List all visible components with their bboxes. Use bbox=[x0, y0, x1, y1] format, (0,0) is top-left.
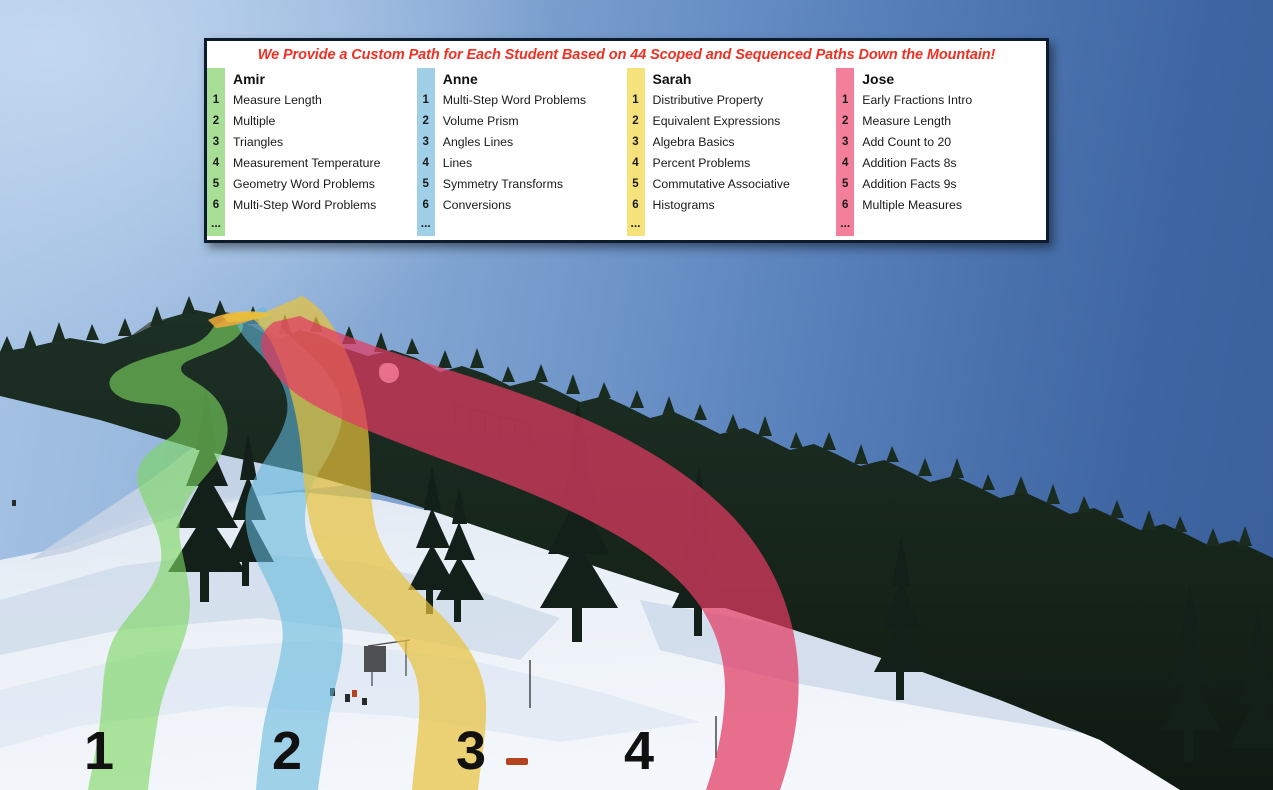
item-number: 1 bbox=[422, 94, 429, 106]
column-body: Amir Measure Length Multiple Triangles M… bbox=[225, 68, 417, 236]
panel-title: We Provide a Custom Path for Each Studen… bbox=[257, 47, 996, 63]
topic-item: Angles Lines bbox=[442, 135, 514, 149]
topic-item: Symmetry Transforms bbox=[442, 177, 563, 191]
run-number-3: 3 bbox=[456, 721, 486, 781]
student-name: Sarah bbox=[652, 71, 692, 87]
more-items-ellipsis: ... bbox=[630, 216, 641, 230]
item-number: 5 bbox=[842, 178, 849, 190]
topic-item: Early Fractions Intro bbox=[862, 93, 973, 107]
topic-item: Addition Facts 8s bbox=[862, 156, 957, 170]
column-body: Anne Multi-Step Word Problems Volume Pri… bbox=[435, 68, 627, 236]
column-body: Jose Early Fractions Intro Measure Lengt… bbox=[854, 68, 1046, 236]
run-number-2: 2 bbox=[272, 721, 302, 781]
column-spacer bbox=[443, 216, 627, 236]
topic-item: Geometry Word Problems bbox=[233, 177, 375, 191]
item-number: 3 bbox=[422, 136, 429, 148]
swatch-anne: 1 2 3 4 5 6 ... bbox=[416, 68, 435, 236]
item-number: 6 bbox=[422, 199, 429, 211]
item-number: 1 bbox=[212, 94, 220, 106]
swatch-sarah: 1 2 3 4 5 6 ... bbox=[626, 68, 645, 236]
item-number: 4 bbox=[422, 157, 429, 169]
item-number: 3 bbox=[842, 136, 849, 148]
topic-item: Multi-Step Word Problems bbox=[442, 93, 587, 107]
topic-item: Commutative Associative bbox=[652, 177, 790, 191]
topic-item: Conversions bbox=[442, 198, 512, 212]
column-spacer bbox=[233, 216, 417, 236]
more-items-ellipsis: ... bbox=[840, 216, 851, 230]
student-name: Amir bbox=[233, 71, 265, 87]
student-name: Anne bbox=[442, 71, 478, 87]
student-column-anne: 1 2 3 4 5 6 ... Anne Multi-Step Word Pro… bbox=[416, 68, 627, 240]
topic-item: Percent Problems bbox=[652, 156, 751, 170]
item-number: 2 bbox=[422, 115, 429, 127]
student-column-sarah: 1 2 3 4 5 6 ... Sarah Distributive Prope… bbox=[626, 68, 837, 240]
item-number: 5 bbox=[422, 178, 429, 190]
topic-item: Equivalent Expressions bbox=[652, 114, 781, 128]
column-spacer bbox=[653, 216, 837, 236]
item-number: 5 bbox=[212, 178, 220, 190]
topic-item: Histograms bbox=[652, 198, 715, 212]
more-items-ellipsis: ... bbox=[420, 216, 431, 230]
student-columns: 1 2 3 4 5 6 ... Amir Measure Length Mult… bbox=[207, 68, 1046, 240]
item-number: 6 bbox=[842, 199, 849, 211]
run-number-4: 4 bbox=[624, 721, 654, 781]
student-name: Jose bbox=[862, 71, 895, 87]
topic-item: Volume Prism bbox=[442, 114, 519, 128]
swatch-amir: 1 2 3 4 5 6 ... bbox=[207, 68, 225, 236]
item-number: 6 bbox=[632, 199, 639, 211]
run-number-1: 1 bbox=[84, 721, 114, 781]
student-paths-panel: We Provide a Custom Path for Each Studen… bbox=[204, 38, 1049, 243]
topic-item: Lines bbox=[442, 156, 473, 170]
item-number: 4 bbox=[212, 157, 220, 169]
student-column-amir: 1 2 3 4 5 6 ... Amir Measure Length Mult… bbox=[207, 68, 417, 240]
topic-item: Distributive Property bbox=[652, 93, 764, 107]
topic-item: Multi-Step Word Problems bbox=[233, 198, 377, 212]
item-number: 5 bbox=[632, 178, 639, 190]
topic-item: Algebra Basics bbox=[652, 135, 735, 149]
student-column-jose: 1 2 3 4 5 6 ... Jose Early Fractions Int… bbox=[836, 68, 1046, 240]
topic-item: Addition Facts 9s bbox=[862, 177, 957, 191]
item-number: 3 bbox=[632, 136, 639, 148]
topic-item: Add Count to 20 bbox=[862, 135, 952, 149]
item-number: 1 bbox=[632, 94, 639, 106]
topic-item: Measurement Temperature bbox=[233, 156, 381, 170]
item-number: 4 bbox=[842, 157, 849, 169]
column-body: Sarah Distributive Property Equivalent E… bbox=[645, 68, 837, 236]
item-number: 3 bbox=[212, 136, 220, 148]
item-number: 2 bbox=[842, 115, 849, 127]
item-number: 2 bbox=[632, 115, 639, 127]
more-items-ellipsis: ... bbox=[210, 216, 221, 230]
item-number: 6 bbox=[212, 199, 220, 211]
item-number: 1 bbox=[842, 94, 849, 106]
topic-item: Measure Length bbox=[233, 93, 322, 107]
swatch-jose: 1 2 3 4 5 6 ... bbox=[836, 68, 855, 236]
topic-item: Triangles bbox=[233, 135, 284, 149]
item-number: 4 bbox=[632, 157, 639, 169]
topic-item: Measure Length bbox=[862, 114, 952, 128]
item-number: 2 bbox=[212, 115, 220, 127]
topic-item: Multiple bbox=[233, 114, 276, 128]
topic-item: Multiple Measures bbox=[862, 198, 963, 212]
column-spacer bbox=[862, 216, 1046, 236]
screenshot-root: 1 2 3 4 We Provide a Custom Path for Eac… bbox=[0, 0, 1273, 790]
